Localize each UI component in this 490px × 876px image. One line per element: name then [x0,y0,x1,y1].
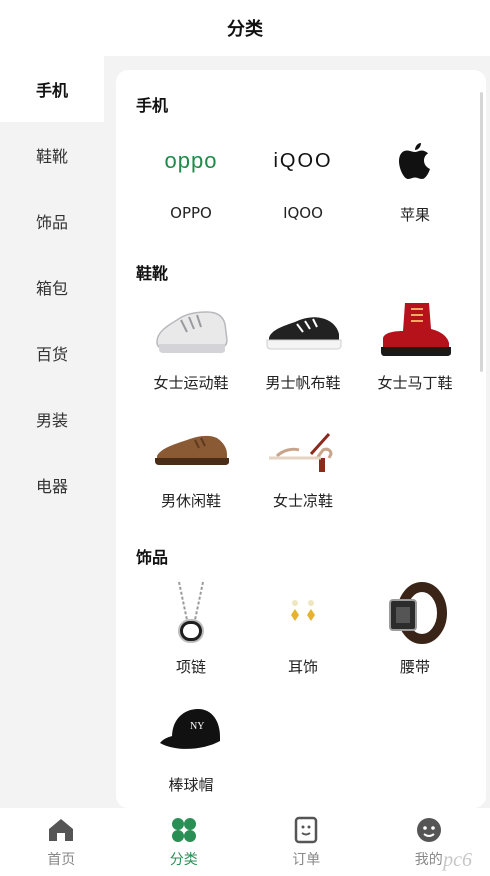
section-title-accessories: 饰品 [136,548,169,567]
sidebar-item-general-goods[interactable]: 百货 [0,320,104,386]
bottom-tab-bar: 首页 分类 订单 我的 [0,808,490,876]
sidebar-item-shoes[interactable]: 鞋靴 [0,122,104,188]
category-icon [169,815,199,845]
canvas-shoe-icon [258,296,348,362]
order-icon [291,815,321,845]
oppo-logo: oppo [164,148,218,173]
category-item-label: 女士马丁鞋 [377,374,453,392]
category-item-earrings[interactable]: 耳饰 [248,580,358,677]
tab-category[interactable]: 分类 [123,808,246,876]
category-sidebar: 手机 鞋靴 饰品 箱包 百货 男装 电器 [0,56,104,808]
category-item-label: 女士凉鞋 [272,492,333,510]
category-content-panel[interactable]: 手机 oppo OPPO iQOO IQOO 苹果 鞋靴 女士运动鞋 男士帆布鞋… [116,70,486,808]
sidebar-item-phones[interactable]: 手机 [0,56,104,122]
category-item-belt[interactable]: 腰带 [360,580,470,677]
boot-icon [370,296,460,362]
profile-icon [414,815,444,845]
iqoo-logo: iQOO [273,149,333,172]
category-item-label: 棒球帽 [168,776,214,794]
loafer-icon [146,414,236,480]
category-item-label: 男士帆布鞋 [265,374,341,392]
sandal-icon [258,414,348,480]
category-item-iqoo[interactable]: iQOO IQOO [248,128,358,223]
apple-logo-icon [370,128,460,194]
category-item-mens-canvas-shoes[interactable]: 男士帆布鞋 [248,296,358,393]
category-item-womens-martin-boots[interactable]: 女士马丁鞋 [360,296,470,393]
tab-label: 首页 [47,852,76,868]
category-item-label: 女士运动鞋 [153,374,229,392]
necklace-icon [146,580,236,646]
category-item-label: 苹果 [399,206,430,224]
sidebar-item-accessories[interactable]: 饰品 [0,188,104,254]
cap-icon: NY [146,698,236,764]
top-bar: 分类 [0,0,490,56]
category-item-womens-sandals[interactable]: 女士凉鞋 [248,414,358,511]
scrollbar[interactable] [480,92,483,372]
category-item-label: 腰带 [399,658,430,676]
section-title-shoes: 鞋靴 [136,264,169,283]
category-item-label: 男休闲鞋 [160,492,221,510]
category-item-womens-sneakers[interactable]: 女士运动鞋 [136,296,246,393]
earring-icon [258,580,348,646]
sneaker-icon [146,296,236,362]
home-icon [46,815,76,845]
sidebar-item-bags[interactable]: 箱包 [0,254,104,320]
section-title-phones: 手机 [136,96,169,115]
category-item-necklace[interactable]: 项链 [136,580,246,677]
belt-icon [370,580,460,646]
category-item-apple[interactable]: 苹果 [360,128,470,225]
tab-label: 我的 [414,852,443,868]
svg-text:NY: NY [190,721,204,732]
tab-home[interactable]: 首页 [0,808,123,876]
tab-label: 订单 [292,852,321,868]
watermark: pc6 [443,849,472,871]
sidebar-item-menswear[interactable]: 男装 [0,386,104,452]
category-item-baseball-cap[interactable]: NY 棒球帽 [136,698,246,795]
category-item-oppo[interactable]: oppo OPPO [136,128,246,222]
category-item-mens-casual-shoes[interactable]: 男休闲鞋 [136,414,246,511]
tab-orders[interactable]: 订单 [245,808,368,876]
category-item-label: IQOO [283,204,323,222]
sidebar-item-appliances[interactable]: 电器 [0,452,104,518]
category-item-label: 项链 [175,658,206,676]
tab-label: 分类 [169,852,198,868]
category-item-label: OPPO [170,204,212,222]
page-title: 分类 [227,19,263,40]
category-item-label: 耳饰 [287,658,318,676]
